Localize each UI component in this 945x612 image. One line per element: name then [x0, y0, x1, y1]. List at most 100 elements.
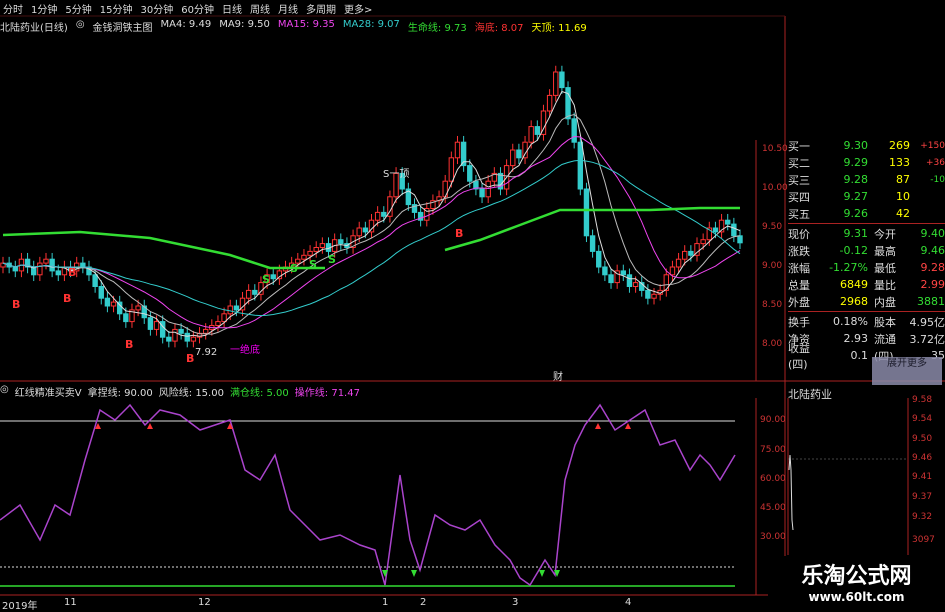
- candle-body: [271, 275, 275, 279]
- watermark-logo: 乐淘公式网 www.60lt.com: [768, 556, 945, 609]
- quote-value: 9.31: [824, 227, 868, 240]
- date-axis: [0, 595, 760, 609]
- candle-body: [38, 263, 42, 275]
- candle-body: [547, 95, 551, 111]
- candle-body: [609, 275, 613, 283]
- quote-label: 涨幅: [788, 260, 824, 276]
- quote-value-3: 4.95亿: [910, 314, 945, 330]
- candle-body: [111, 302, 115, 306]
- quote-label-2: 内盘: [874, 294, 896, 310]
- candle-body: [320, 244, 324, 248]
- quote-label-2: 最高: [874, 243, 896, 259]
- candle-body: [216, 322, 220, 326]
- indicator-header: ◎ 红线精准买卖V 拿捏线: 90.00风险线: 15.00满仓线: 5.00操…: [0, 384, 360, 398]
- candle-body: [185, 333, 189, 341]
- first-bottom-label: 一绝底: [230, 341, 260, 356]
- quote-value: 2.93: [824, 332, 868, 345]
- candle-body: [382, 212, 386, 216]
- candle-body: [584, 189, 588, 236]
- candle-body: [302, 255, 306, 259]
- date-tick: 1: [382, 597, 388, 608]
- candle-body: [572, 119, 576, 142]
- financial-report-marker[interactable]: 财: [553, 368, 563, 383]
- mini-tick: 3097: [912, 535, 935, 545]
- indicator-tick: 90.00: [760, 415, 786, 425]
- quote-label-2: 今开: [874, 226, 896, 242]
- operation-line: [0, 405, 735, 585]
- candlestick-series: [1, 66, 742, 348]
- candle-body: [652, 294, 656, 298]
- indicator-tick: 30.00: [760, 532, 786, 542]
- candle-body: [701, 240, 705, 244]
- quote-value: 9.30: [824, 139, 868, 152]
- candle-body: [627, 275, 631, 287]
- bid-row-0: 买一9.30269+150: [788, 137, 945, 154]
- date-tick: 4: [625, 597, 631, 608]
- candle-body: [726, 220, 730, 224]
- candle-body: [566, 88, 570, 119]
- candle-body: [93, 275, 97, 287]
- watermark-title: 乐淘公式网: [768, 558, 945, 590]
- bid-row-3: 买四9.2710: [788, 188, 945, 205]
- price-tick: 8.00: [762, 339, 782, 349]
- candle-body: [246, 290, 250, 298]
- quote-separator: [788, 223, 945, 224]
- sell-marker: S: [328, 253, 336, 266]
- candle-body: [529, 127, 533, 143]
- candle-body: [732, 224, 736, 236]
- quote-label: 现价: [788, 226, 824, 242]
- buy-marker: B: [186, 352, 194, 365]
- candle-body: [191, 337, 195, 341]
- candle-body: [50, 259, 54, 271]
- quote-value-3: 9.46: [921, 244, 945, 257]
- mini-tick: 9.58: [912, 395, 932, 405]
- candle-body: [468, 166, 472, 182]
- indicator-title[interactable]: 红线精准买卖V: [15, 384, 82, 398]
- mini-chart: [788, 398, 908, 555]
- buy-marker: B: [12, 298, 20, 311]
- stat-row-3: 总量6849量比2.99: [788, 276, 945, 293]
- indicator-series: [0, 405, 735, 586]
- stat-row-2: 涨幅-1.27%最低9.28: [788, 259, 945, 276]
- candle-body: [535, 127, 539, 135]
- quote-panel: 买一9.30269+150买二9.29133+36买三9.2887-10买四9.…: [788, 137, 945, 364]
- buy-marker: B: [68, 266, 76, 279]
- quote-label: 买三: [788, 172, 824, 188]
- mini-price-line: [789, 455, 793, 530]
- candle-body: [560, 72, 564, 88]
- quote-label: 总量: [788, 277, 824, 293]
- watermark-url: www.60lt.com: [768, 590, 945, 604]
- indicator-param-0: 拿捏线: 90.00: [88, 384, 153, 398]
- stat-row-0: 现价9.31今开9.40: [788, 225, 945, 242]
- candle-body: [646, 290, 650, 298]
- quote-label: 买二: [788, 155, 824, 171]
- quote-label: 买四: [788, 189, 824, 205]
- bid-row-2: 买三9.2887-10: [788, 171, 945, 188]
- candle-body: [124, 314, 128, 322]
- quote-value: 0.1: [824, 349, 868, 362]
- candle-body: [713, 228, 717, 232]
- sell-marker: S: [309, 258, 317, 271]
- quote-label-2: 最低: [874, 260, 896, 276]
- candle-body: [597, 251, 601, 267]
- candle-body: [99, 287, 103, 299]
- indicator-select-icon[interactable]: ◎: [0, 384, 9, 398]
- quote-value: 9.27: [824, 190, 868, 203]
- candle-body: [314, 248, 318, 252]
- quote-value-2: 42: [868, 207, 910, 220]
- red-arrow-icon: [595, 423, 601, 429]
- buy-marker: B: [455, 227, 463, 240]
- candle-body: [449, 158, 453, 181]
- quote-value-3: 3881: [917, 295, 945, 308]
- price-tick: 10.00: [762, 183, 788, 193]
- quote-value: 0.18%: [824, 315, 868, 328]
- red-arrow-icon: [147, 423, 153, 429]
- candle-body: [578, 142, 582, 189]
- date-tick: 3: [512, 597, 518, 608]
- price-tick: 8.50: [762, 300, 782, 310]
- low-price-label: 7.92: [195, 347, 217, 358]
- expand-popup[interactable]: 展开更多: [872, 357, 942, 385]
- red-arrow-icon: [625, 423, 631, 429]
- quote-value: -0.12: [824, 244, 868, 257]
- candle-body: [44, 259, 48, 263]
